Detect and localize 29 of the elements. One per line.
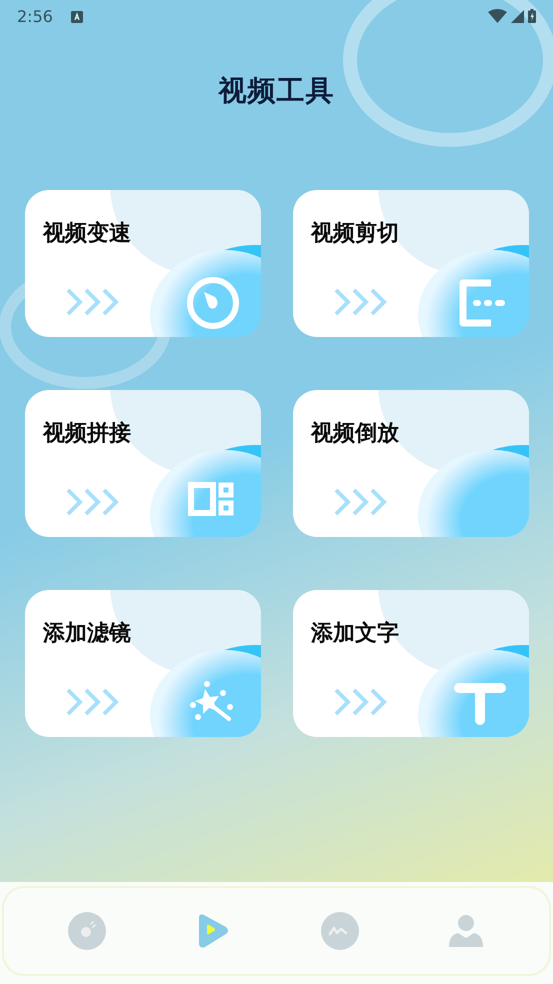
tool-label: 视频倒放 xyxy=(311,420,399,448)
tool-card[interactable]: 视频拼接 xyxy=(25,390,261,537)
page-title: 视频工具 xyxy=(217,73,336,109)
tool-card[interactable]: 视频倒放 xyxy=(293,390,529,537)
chevrons-icon xyxy=(66,488,120,516)
chevrons-icon xyxy=(66,288,120,316)
keyboard-icon xyxy=(70,10,83,22)
chevrons-icon xyxy=(66,688,120,716)
disc-icon xyxy=(68,912,106,950)
chevrons-icon xyxy=(334,688,388,716)
chevrons-icon xyxy=(334,288,388,316)
tool-label: 视频剪切 xyxy=(311,220,399,248)
wave-icon xyxy=(320,912,359,950)
play-icon xyxy=(196,913,230,949)
tool-card[interactable]: 添加文字 xyxy=(293,590,529,737)
tool-label: 添加文字 xyxy=(311,620,399,648)
tool-label: 添加滤镜 xyxy=(43,620,131,648)
chevrons-icon xyxy=(334,488,388,516)
gauge-icon xyxy=(185,275,241,331)
person-icon xyxy=(448,913,484,949)
tool-card[interactable]: 添加滤镜 xyxy=(25,590,261,737)
signal-icon xyxy=(511,10,524,22)
status-time: 2:56 xyxy=(17,6,53,26)
wifi-icon xyxy=(488,9,507,23)
battery-icon xyxy=(528,9,536,23)
tool-label: 视频拼接 xyxy=(43,420,131,448)
tool-card[interactable]: 视频剪切 xyxy=(293,190,529,337)
tool-card[interactable]: 视频变速 xyxy=(25,190,261,337)
tool-label: 视频变速 xyxy=(43,220,131,248)
